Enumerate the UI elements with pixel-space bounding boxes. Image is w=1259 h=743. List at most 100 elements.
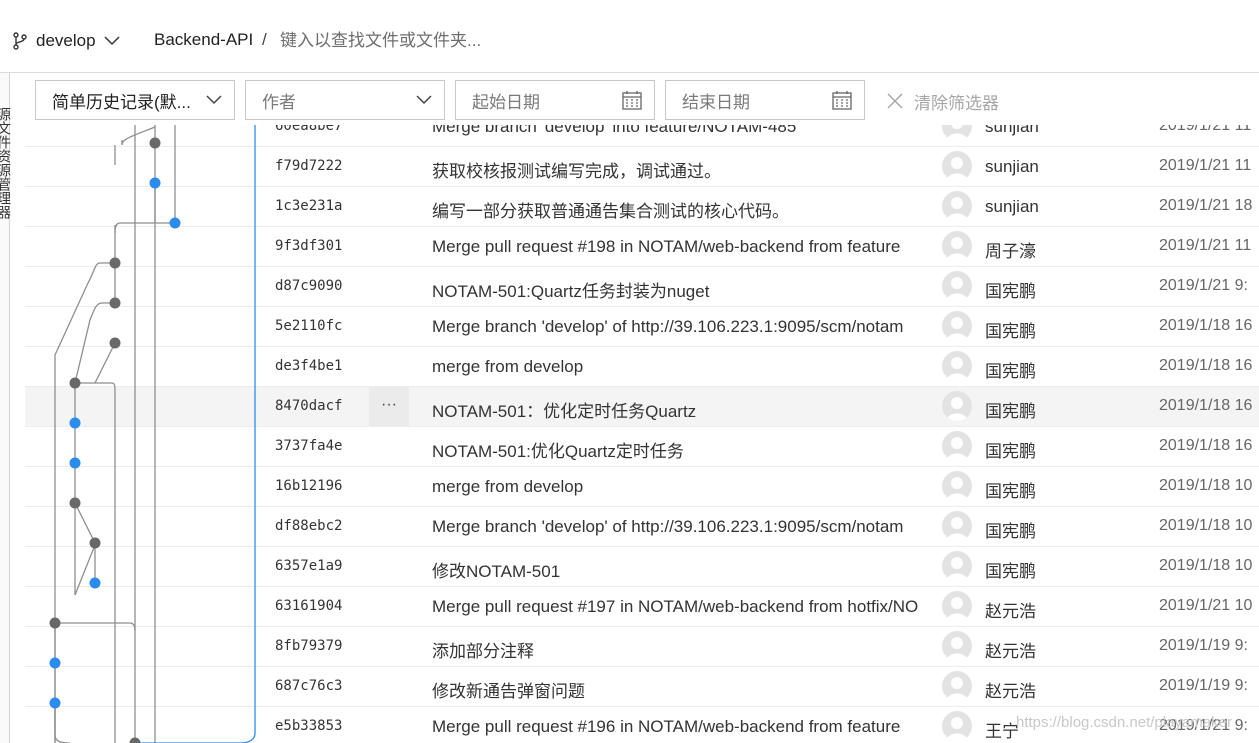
commit-node[interactable]: [149, 137, 161, 149]
commit-sha[interactable]: df88ebc2: [275, 518, 342, 534]
clear-filters-label: 清除筛选器: [914, 93, 999, 113]
commit-author: 国宪鹏: [985, 402, 1036, 421]
path-header: develop Backend-API /: [0, 0, 1259, 73]
calendar-icon[interactable]: [832, 90, 852, 110]
commit-author: 国宪鹏: [985, 282, 1036, 301]
commit-message[interactable]: merge from develop: [432, 477, 927, 497]
clear-filters-button[interactable]: 清除筛选器: [886, 88, 999, 114]
commit-message[interactable]: 修改NOTAM-501: [432, 557, 927, 582]
commit-sha[interactable]: 8470dacf: [275, 398, 342, 414]
commit-message[interactable]: 编写一部分获取普通通告集合测试的核心代码。: [432, 197, 927, 222]
commit-message[interactable]: NOTAM-501：优化定时任务Quartz: [432, 397, 927, 422]
commit-node[interactable]: [89, 537, 101, 549]
author-filter-dropdown[interactable]: 作者: [245, 80, 445, 120]
commit-message[interactable]: Merge branch 'develop' of http://39.106.…: [432, 517, 927, 537]
commit-node[interactable]: [169, 217, 181, 229]
user-avatar-icon: [942, 511, 972, 541]
commit-node[interactable]: [69, 497, 81, 509]
commit-message[interactable]: 添加部分注释: [432, 637, 927, 662]
commit-message[interactable]: Merge branch 'develop' into feature/NOTA…: [432, 125, 927, 137]
commit-node[interactable]: [49, 657, 61, 669]
commit-sha[interactable]: 5e2110fc: [275, 318, 342, 334]
commit-sha[interactable]: d87c9090: [275, 278, 342, 294]
commit-sha[interactable]: 8fb79379: [275, 638, 342, 654]
commit-node[interactable]: [69, 377, 81, 389]
end-date-placeholder: 结束日期: [682, 92, 750, 112]
commit-sha[interactable]: 63161904: [275, 598, 342, 614]
graph-edge: [94, 342, 116, 384]
commit-date: 2019/1/21 10: [1159, 597, 1253, 614]
user-avatar-icon: [942, 591, 972, 621]
commit-author: 国宪鹏: [985, 522, 1036, 541]
commit-message[interactable]: merge from develop: [432, 357, 927, 377]
branch-name: develop: [36, 31, 96, 50]
commit-node[interactable]: [149, 177, 161, 189]
commit-author: 王宁: [985, 722, 1019, 741]
commit-author: 赵元浩: [985, 682, 1036, 701]
commit-sha[interactable]: 9f3df301: [275, 238, 342, 254]
commit-graph: [49, 125, 256, 743]
commit-sha[interactable]: f79d7222: [275, 158, 342, 174]
commit-author: sunjian: [985, 197, 1039, 216]
graph-edge: [74, 302, 115, 384]
commit-node[interactable]: [89, 577, 101, 589]
commit-message[interactable]: NOTAM-501:优化Quartz定时任务: [432, 437, 927, 462]
commit-message[interactable]: Merge pull request #198 in NOTAM/web-bac…: [432, 237, 927, 257]
commit-message[interactable]: 获取校核报测试编写完成，调试通过。: [432, 157, 927, 182]
commit-author: 周子濠: [985, 242, 1036, 261]
graph-edge: [114, 222, 175, 234]
commit-author: 国宪鹏: [985, 322, 1036, 341]
commit-node[interactable]: [109, 337, 121, 349]
commit-sha[interactable]: e5b33853: [275, 718, 342, 734]
graph-edge: [54, 703, 71, 743]
start-date-picker[interactable]: 起始日期: [455, 80, 655, 120]
file-search-input[interactable]: [278, 26, 702, 56]
commit-date: 2019/1/18 10: [1159, 557, 1253, 574]
git-branch-icon: [13, 32, 27, 50]
commit-node[interactable]: [69, 457, 81, 469]
commit-message[interactable]: 修改新通告弹窗问题: [432, 677, 927, 702]
commit-message[interactable]: Merge pull request #197 in NOTAM/web-bac…: [432, 597, 927, 617]
commit-date: 2019/1/18 16: [1159, 317, 1253, 334]
commit-node[interactable]: [69, 417, 81, 429]
history-mode-dropdown[interactable]: 简单历史记录(默...: [35, 80, 235, 120]
commit-date: 2019/1/18 16: [1159, 357, 1253, 374]
chevron-down-icon: [104, 36, 120, 46]
commit-sha[interactable]: de3f4be1: [275, 358, 342, 374]
commit-node[interactable]: [129, 737, 141, 743]
commit-node[interactable]: [49, 617, 61, 629]
history-mode-value: 简单历史记录(默...: [52, 92, 191, 112]
commit-sha[interactable]: 16b12196: [275, 478, 342, 494]
commit-node[interactable]: [109, 257, 121, 269]
commit-date: 2019/1/21 18: [1159, 197, 1253, 214]
commit-sha[interactable]: 3737fa4e: [275, 438, 342, 454]
user-avatar-icon: [942, 671, 972, 701]
commit-author: sunjian: [985, 125, 1039, 136]
repo-name[interactable]: Backend-API: [154, 30, 253, 50]
commit-sha[interactable]: 6357e1a9: [275, 558, 342, 574]
branch-selector[interactable]: develop: [12, 28, 120, 54]
commit-date: 2019/1/21 11: [1159, 157, 1252, 174]
commit-author: 国宪鹏: [985, 442, 1036, 461]
commit-sha[interactable]: 60ea8be7: [275, 125, 342, 134]
end-date-picker[interactable]: 结束日期: [665, 80, 865, 120]
calendar-icon[interactable]: [622, 90, 642, 110]
user-avatar-icon: [942, 711, 972, 741]
commit-list: 60ea8be7 Merge branch 'develop' into feat…: [0, 125, 1259, 743]
commit-node[interactable]: [49, 697, 61, 709]
chevron-down-icon: [206, 95, 222, 105]
watermark: https://blog.csdn.net/playamaker: [1016, 714, 1232, 731]
commit-sha[interactable]: 1c3e231a: [275, 198, 342, 214]
commit-author: 赵元浩: [985, 642, 1036, 661]
commit-message[interactable]: Merge branch 'develop' of http://39.106.…: [432, 317, 927, 337]
commit-more-actions-button[interactable]: ···: [369, 387, 409, 426]
commit-date: 2019/1/19 9:: [1159, 637, 1248, 654]
author-filter-placeholder: 作者: [262, 92, 296, 112]
commit-message[interactable]: NOTAM-501:Quartz任务封装为nuget: [432, 277, 927, 302]
user-avatar-icon: [942, 351, 972, 381]
commit-sha[interactable]: 687c76c3: [275, 678, 342, 694]
commit-node[interactable]: [109, 297, 121, 309]
commit-author: 国宪鹏: [985, 482, 1036, 501]
commit-message[interactable]: Merge pull request #196 in NOTAM/web-bac…: [432, 717, 927, 737]
graph-edge-active: [135, 125, 256, 743]
